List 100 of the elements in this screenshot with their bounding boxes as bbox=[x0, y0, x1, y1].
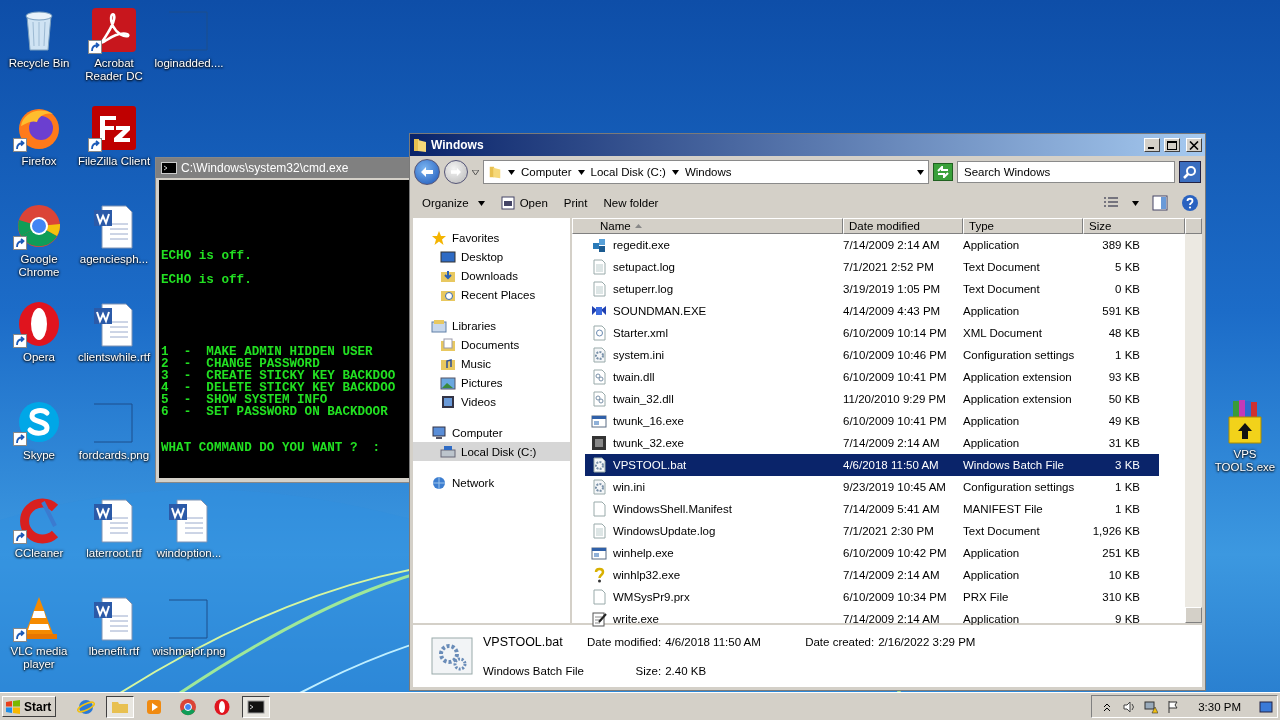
back-button[interactable] bbox=[414, 159, 440, 185]
toolbar-button[interactable]: Print bbox=[557, 194, 594, 212]
file-row[interactable]: WindowsShell.Manifest 7/14/2009 5:41 AM MANIFEST File 1 KB bbox=[585, 498, 1159, 520]
taskbar-button[interactable] bbox=[106, 695, 135, 718]
file-name: twain_32.dll bbox=[613, 393, 674, 405]
icon-label[interactable]: FileZilla Client bbox=[77, 155, 151, 168]
icon-label[interactable]: Recycle Bin bbox=[8, 57, 70, 70]
start-button[interactable]: Start bbox=[2, 696, 57, 717]
close-button[interactable] bbox=[1186, 138, 1202, 152]
clock[interactable]: 3:30 PM bbox=[1198, 700, 1241, 713]
file-row[interactable]: regedit.exe 7/14/2009 2:14 AM Application 389 KB bbox=[585, 234, 1159, 256]
file-row[interactable]: twunk_32.exe 7/14/2009 2:14 AM Application 31 KB bbox=[585, 432, 1159, 454]
breadcrumb-item[interactable]: Windows bbox=[684, 166, 732, 178]
nav-item[interactable]: Favorites bbox=[413, 228, 570, 247]
search-field[interactable]: Search Windows bbox=[957, 161, 1175, 183]
type-cell-text: Application bbox=[963, 239, 1021, 251]
breadcrumb-item[interactable]: Local Disk (C:) bbox=[590, 166, 666, 178]
toolbar-button[interactable]: New folder bbox=[597, 194, 665, 212]
opera-icon bbox=[213, 697, 232, 716]
type-cell-text: Windows Batch File bbox=[963, 459, 1065, 471]
file-row[interactable]: VPSTOOL.bat 4/6/2018 11:50 AM Windows Batch File 3 KB bbox=[585, 454, 1159, 476]
text-page-icon bbox=[591, 259, 607, 275]
caret-icon[interactable] bbox=[917, 169, 924, 175]
file-row[interactable]: system.ini 6/10/2009 10:46 PM Configuration settings 1 KB bbox=[585, 344, 1159, 366]
column-header[interactable]: Size bbox=[1083, 218, 1185, 234]
refresh-button[interactable] bbox=[933, 163, 953, 181]
blank-page-icon bbox=[591, 501, 607, 517]
file-name: regedit.exe bbox=[613, 239, 670, 251]
file-row[interactable]: twunk_16.exe 6/10/2009 10:41 PM Application 49 KB bbox=[585, 410, 1159, 432]
file-row[interactable]: twain.dll 6/10/2009 10:41 PM Application extension 93 KB bbox=[585, 366, 1159, 388]
icon-label[interactable]: VPS TOOLS.exe bbox=[1208, 448, 1280, 474]
pdf-app-icon[interactable] bbox=[90, 6, 138, 54]
icon-label[interactable]: Acrobat Reader DC bbox=[77, 57, 151, 83]
search-button[interactable] bbox=[1179, 161, 1201, 183]
breadcrumb-item[interactable]: Computer bbox=[521, 166, 572, 178]
nav-item[interactable]: Videos bbox=[413, 392, 570, 411]
minimize-button[interactable] bbox=[1144, 138, 1160, 152]
filezilla-icon[interactable] bbox=[90, 104, 138, 152]
type-cell-text: Application extension bbox=[963, 393, 1073, 405]
icon-label[interactable]: loginadded.... bbox=[154, 57, 224, 70]
icon-label[interactable]: Opera bbox=[23, 351, 55, 364]
flag-icon[interactable] bbox=[1166, 699, 1181, 714]
toolbar-button[interactable]: Organize bbox=[416, 194, 491, 212]
chrome-icon[interactable] bbox=[15, 202, 63, 250]
nav-item[interactable]: Downloads bbox=[413, 266, 570, 285]
nav-item[interactable]: Recent Places bbox=[413, 285, 570, 304]
file-row[interactable]: winhelp.exe 6/10/2009 10:42 PM Application 251 KB bbox=[585, 542, 1159, 564]
preview-pane-icon[interactable] bbox=[1151, 194, 1169, 212]
nav-item[interactable]: Music bbox=[413, 354, 570, 373]
column-header[interactable]: Name bbox=[572, 218, 843, 234]
toolbar-button[interactable]: Open bbox=[494, 193, 554, 213]
speaker-icon[interactable] bbox=[1122, 699, 1137, 714]
file-row[interactable]: WMSysPr9.prx 6/10/2009 10:34 PM PRX File 310 KB bbox=[585, 586, 1159, 608]
forward-button[interactable] bbox=[444, 160, 468, 184]
nav-item[interactable]: Desktop bbox=[413, 247, 570, 266]
network-warning-icon[interactable] bbox=[1144, 699, 1159, 714]
gears-page-icon bbox=[591, 391, 607, 407]
nav-item[interactable]: Local Disk (C:) bbox=[413, 442, 570, 461]
gear-page-icon bbox=[591, 457, 607, 473]
caret-icon[interactable] bbox=[1132, 200, 1139, 206]
icon-label[interactable]: VLC media player bbox=[2, 645, 76, 671]
caret-icon[interactable] bbox=[577, 169, 585, 175]
icon-label[interactable]: lbenefit.rtf bbox=[88, 645, 140, 658]
date-cell-text: 6/10/2009 10:42 PM bbox=[843, 547, 948, 559]
help-icon[interactable] bbox=[1181, 194, 1199, 212]
taskbar-button[interactable] bbox=[242, 695, 271, 718]
column-header[interactable]: Date modified bbox=[843, 218, 963, 234]
icon-label[interactable]: Google Chrome bbox=[2, 253, 76, 279]
file-row[interactable]: write.exe 7/14/2009 2:14 AM Application 9 KB bbox=[585, 608, 1159, 630]
address-bar[interactable]: Computer Local Disk (C:) Windows bbox=[483, 160, 929, 184]
file-row[interactable]: Starter.xml 6/10/2009 10:14 PM XML Document 48 KB bbox=[585, 322, 1159, 344]
network-icon bbox=[431, 474, 447, 491]
file-row[interactable]: WindowsUpdate.log 7/1/2021 2:30 PM Text Document 1,926 KB bbox=[585, 520, 1159, 542]
icon-label[interactable]: agenciesph... bbox=[79, 253, 149, 266]
icon-label[interactable]: clientswhile.rtf bbox=[77, 351, 151, 364]
size-cell-text: 9 KB bbox=[1114, 613, 1140, 625]
file-row[interactable]: setupact.log 7/1/2021 2:52 PM Text Document 5 KB bbox=[585, 256, 1159, 278]
show-desktop-icon[interactable] bbox=[1259, 699, 1273, 714]
caret-icon[interactable] bbox=[671, 169, 679, 175]
console-line: 2 - CHANGE PASSWORD bbox=[161, 358, 320, 370]
file-row[interactable]: winhlp32.exe 7/14/2009 2:14 AM Application 10 KB bbox=[585, 564, 1159, 586]
scrollbar[interactable] bbox=[1185, 218, 1202, 623]
nav-item[interactable]: Computer bbox=[413, 423, 570, 442]
file-row[interactable]: twain_32.dll 11/20/2010 9:29 PM Application extension 50 KB bbox=[585, 388, 1159, 410]
date-cell-text: 7/14/2009 2:14 AM bbox=[843, 437, 941, 449]
nav-item[interactable]: Network bbox=[413, 473, 570, 492]
file-row[interactable]: SOUNDMAN.EXE 4/14/2009 4:43 PM Application 591 KB bbox=[585, 300, 1159, 322]
nav-item[interactable]: Documents bbox=[413, 335, 570, 354]
file-row[interactable]: win.ini 9/23/2019 10:45 AM Configuration settings 1 KB bbox=[585, 476, 1159, 498]
file-row[interactable]: setuperr.log 3/19/2019 1:05 PM Text Document 0 KB bbox=[585, 278, 1159, 300]
window-title: Windows bbox=[431, 138, 485, 152]
caret-icon[interactable] bbox=[508, 169, 515, 175]
maximize-button[interactable] bbox=[1164, 138, 1180, 152]
icon-label[interactable]: fordcards.png bbox=[78, 449, 150, 462]
icon-label[interactable]: Skype bbox=[23, 449, 55, 462]
pictures-icon bbox=[440, 374, 456, 391]
column-header[interactable]: Type bbox=[963, 218, 1083, 234]
nav-item[interactable]: Libraries bbox=[413, 316, 570, 335]
icon-label[interactable]: Firefox bbox=[21, 155, 57, 168]
nav-item[interactable]: Pictures bbox=[413, 373, 570, 392]
